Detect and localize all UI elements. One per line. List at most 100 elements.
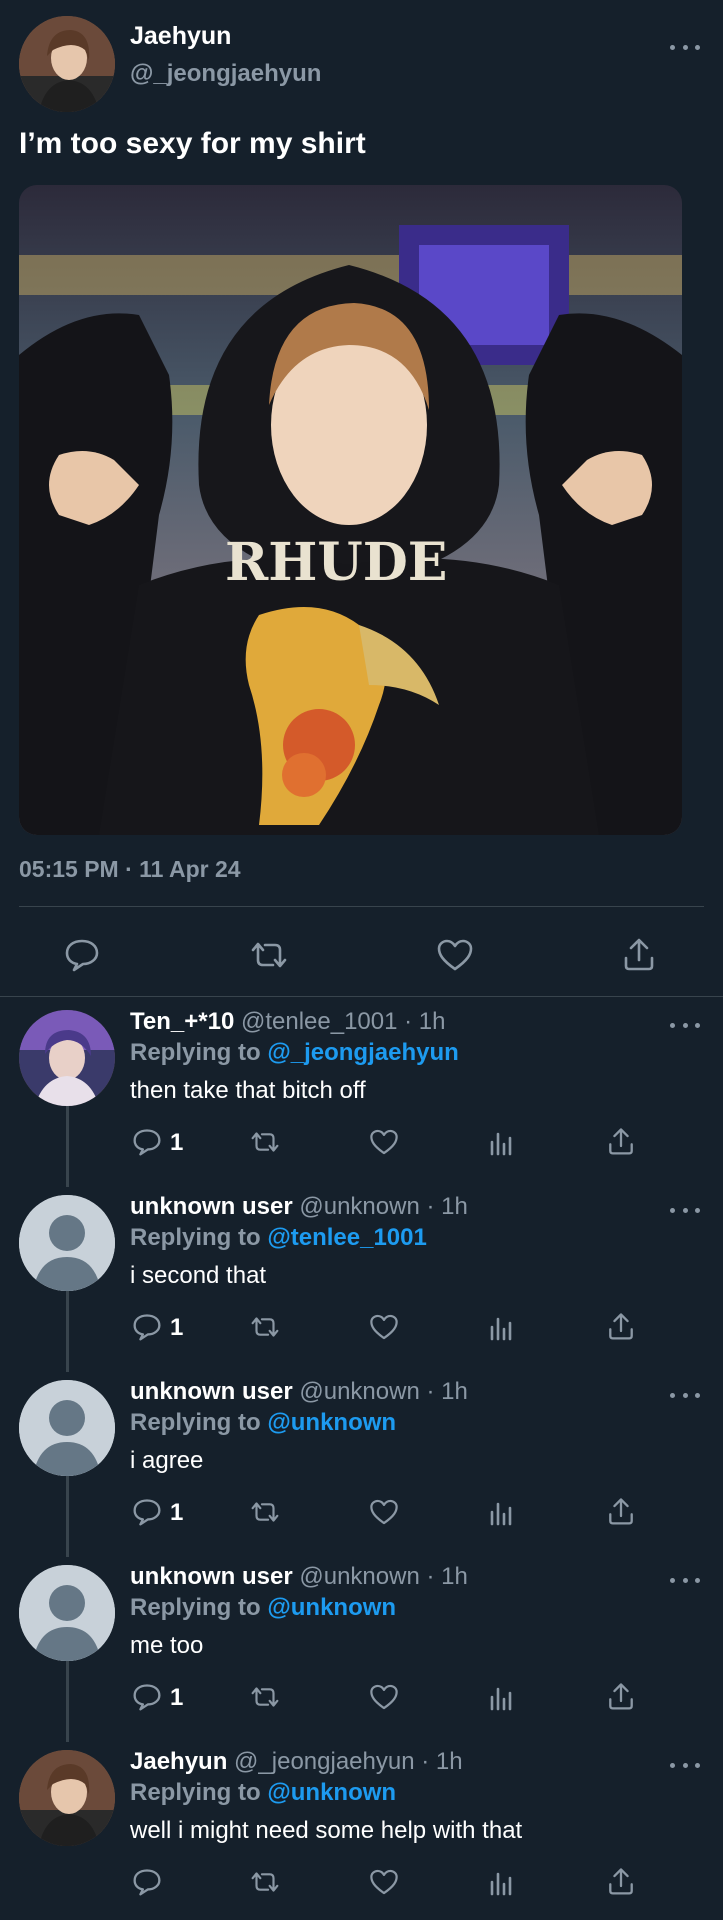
reply-icon[interactable] xyxy=(132,1868,162,1896)
replying-to-label: Replying to xyxy=(130,1224,261,1251)
default-avatar-icon[interactable] xyxy=(19,1565,115,1661)
author-handle-time[interactable]: @_jeongjaehyun · 1h xyxy=(234,1748,463,1775)
replying-to: Replying to @unknown xyxy=(130,1779,396,1807)
author-handle[interactable]: @_jeongjaehyun xyxy=(130,60,321,88)
share-icon[interactable] xyxy=(607,1496,635,1526)
reply-header: Jaehyun @_jeongjaehyun · 1h xyxy=(130,1748,463,1776)
replying-to: Replying to @unknown xyxy=(130,1594,396,1622)
reply-icon[interactable] xyxy=(132,1128,162,1156)
more-options-icon[interactable] xyxy=(670,1388,700,1402)
reply-count: 1 xyxy=(170,1129,184,1156)
reply-header: Ten_+*10 @tenlee_1001 · 1h xyxy=(130,1008,445,1036)
author-name[interactable]: Jaehyun xyxy=(130,1748,227,1775)
like-icon[interactable] xyxy=(369,1683,399,1711)
author-name[interactable]: Jaehyun xyxy=(130,22,231,51)
reply-text: i second that xyxy=(130,1262,267,1289)
reply-actions: 1 xyxy=(0,1120,723,1160)
shirt-text: RHUDE xyxy=(225,532,447,593)
more-options-icon[interactable] xyxy=(670,40,700,54)
like-icon[interactable] xyxy=(369,1128,399,1156)
tweet-text: I’m too sexy for my shirt xyxy=(19,127,366,160)
divider xyxy=(0,996,723,997)
share-icon[interactable] xyxy=(607,1681,635,1711)
replying-to: Replying to @_jeongjaehyun xyxy=(130,1039,459,1067)
share-icon[interactable] xyxy=(607,1866,635,1896)
reply-header: unknown user @unknown · 1h xyxy=(130,1378,468,1406)
analytics-icon[interactable] xyxy=(489,1128,515,1156)
reply-tweet[interactable]: unknown user @unknown · 1h Replying to @… xyxy=(0,1553,723,1738)
reply-tweet[interactable]: Ten_+*10 @tenlee_1001 · 1h Replying to @… xyxy=(0,998,723,1183)
like-icon[interactable] xyxy=(369,1313,399,1341)
default-avatar-icon[interactable] xyxy=(19,1380,115,1476)
like-icon[interactable] xyxy=(369,1498,399,1526)
tweet-thread-page: Jaehyun @_jeongjaehyun I’m too sexy for … xyxy=(0,0,723,1920)
share-icon[interactable] xyxy=(607,1126,635,1156)
like-icon[interactable] xyxy=(369,1868,399,1896)
analytics-icon[interactable] xyxy=(489,1683,515,1711)
reply-actions xyxy=(0,1860,723,1900)
reply-icon[interactable] xyxy=(132,1313,162,1341)
replying-to-label: Replying to xyxy=(130,1039,261,1066)
tweet-timestamp[interactable]: 05:15 PM · 11 Apr 24 xyxy=(19,856,241,883)
reply-count: 1 xyxy=(170,1499,184,1526)
author-handle-time[interactable]: @unknown · 1h xyxy=(299,1563,467,1590)
reply-count: 1 xyxy=(170,1684,184,1711)
replying-to: Replying to @unknown xyxy=(130,1409,396,1437)
mention-link[interactable]: @_jeongjaehyun xyxy=(267,1039,458,1066)
author-name[interactable]: unknown user xyxy=(130,1378,293,1405)
reply-header: unknown user @unknown · 1h xyxy=(130,1563,468,1591)
author-name[interactable]: unknown user xyxy=(130,1563,293,1590)
reply-text: well i might need some help with that xyxy=(130,1817,523,1844)
share-icon[interactable] xyxy=(622,936,656,972)
reply-icon[interactable] xyxy=(132,1683,162,1711)
tweet-actions xyxy=(0,928,723,976)
retweet-icon[interactable] xyxy=(248,1498,282,1526)
reply-icon[interactable] xyxy=(64,938,100,972)
avatar[interactable] xyxy=(19,1010,115,1106)
reply-tweet[interactable]: Jaehyun @_jeongjaehyun · 1h Replying to … xyxy=(0,1738,723,1920)
author-handle-time[interactable]: @tenlee_1001 · 1h xyxy=(241,1008,446,1035)
avatar[interactable] xyxy=(19,1750,115,1846)
reply-header: unknown user @unknown · 1h xyxy=(130,1193,468,1221)
retweet-icon[interactable] xyxy=(247,938,291,972)
reply-actions: 1 xyxy=(0,1490,723,1530)
reply-icon[interactable] xyxy=(132,1498,162,1526)
reply-text: me too xyxy=(130,1632,204,1659)
default-avatar-icon[interactable] xyxy=(19,1195,115,1291)
mention-link[interactable]: @unknown xyxy=(267,1779,396,1806)
reply-count: 1 xyxy=(170,1314,184,1341)
reply-tweet[interactable]: unknown user @unknown · 1h Replying to @… xyxy=(0,1368,723,1553)
mention-link[interactable]: @unknown xyxy=(267,1409,396,1436)
reply-tweet[interactable]: unknown user @unknown · 1h Replying to @… xyxy=(0,1183,723,1368)
more-options-icon[interactable] xyxy=(670,1018,700,1032)
reply-actions: 1 xyxy=(0,1305,723,1345)
avatar[interactable] xyxy=(19,16,115,112)
analytics-icon[interactable] xyxy=(489,1868,515,1896)
analytics-icon[interactable] xyxy=(489,1498,515,1526)
reply-text: then take that bitch off xyxy=(130,1077,366,1104)
retweet-icon[interactable] xyxy=(248,1868,282,1896)
divider xyxy=(19,906,704,907)
retweet-icon[interactable] xyxy=(248,1683,282,1711)
author-name[interactable]: unknown user xyxy=(130,1193,293,1220)
author-name[interactable]: Ten_+*10 xyxy=(130,1008,234,1035)
mention-link[interactable]: @tenlee_1001 xyxy=(267,1224,427,1251)
share-icon[interactable] xyxy=(607,1311,635,1341)
more-options-icon[interactable] xyxy=(670,1758,700,1772)
author-handle-time[interactable]: @unknown · 1h xyxy=(299,1193,467,1220)
replying-to: Replying to @tenlee_1001 xyxy=(130,1224,427,1252)
replying-to-label: Replying to xyxy=(130,1779,261,1806)
replying-to-label: Replying to xyxy=(130,1409,261,1436)
retweet-icon[interactable] xyxy=(248,1313,282,1341)
tweet-photo[interactable]: RHUDE xyxy=(19,185,682,835)
more-options-icon[interactable] xyxy=(670,1573,700,1587)
reply-actions: 1 xyxy=(0,1675,723,1715)
like-icon[interactable] xyxy=(436,938,474,972)
reply-text: i agree xyxy=(130,1447,204,1474)
more-options-icon[interactable] xyxy=(670,1203,700,1217)
replying-to-label: Replying to xyxy=(130,1594,261,1621)
retweet-icon[interactable] xyxy=(248,1128,282,1156)
mention-link[interactable]: @unknown xyxy=(267,1594,396,1621)
author-handle-time[interactable]: @unknown · 1h xyxy=(299,1378,467,1405)
analytics-icon[interactable] xyxy=(489,1313,515,1341)
